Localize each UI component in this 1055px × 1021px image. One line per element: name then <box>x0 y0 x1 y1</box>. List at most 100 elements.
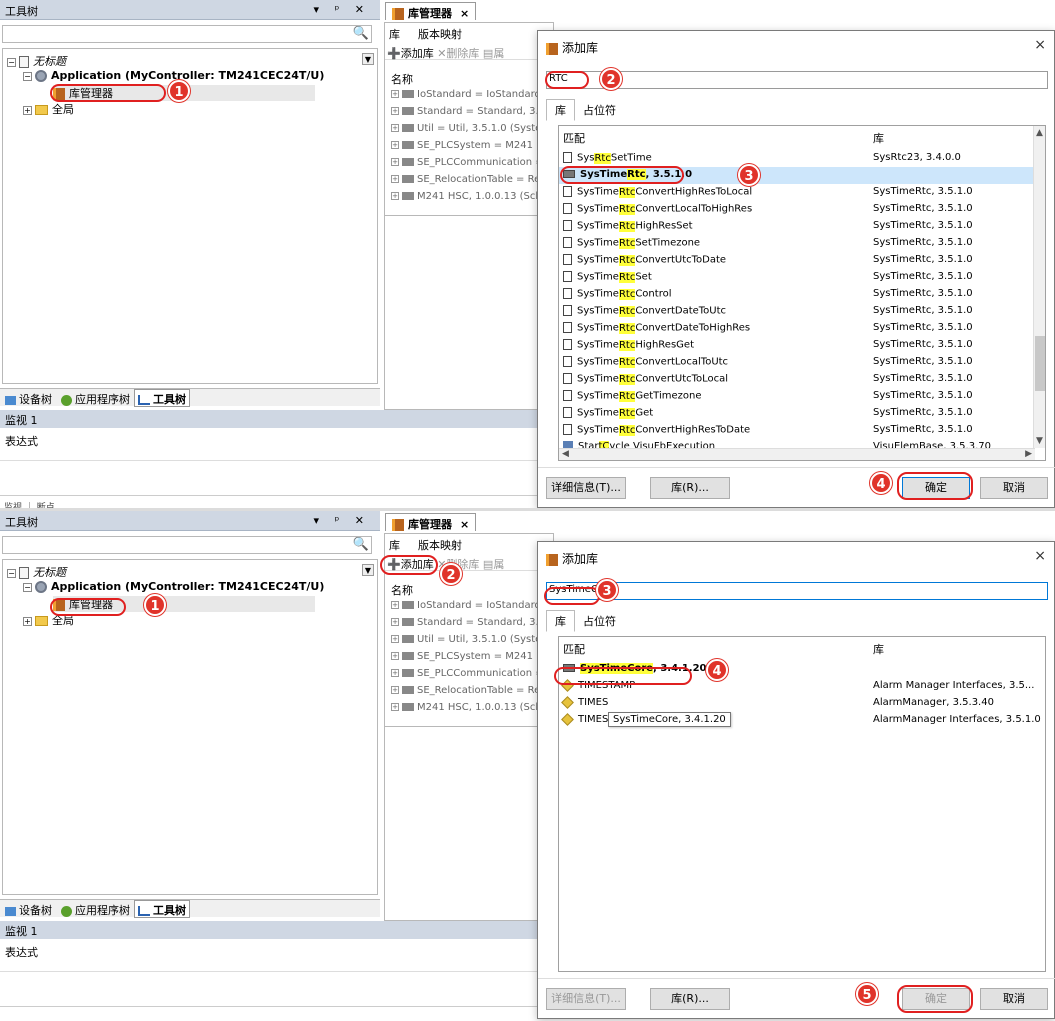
details-button[interactable]: 详细信息(T)... <box>546 988 626 1010</box>
properties-button[interactable]: ▤属 <box>483 558 504 571</box>
chevron-down-icon[interactable]: ▼ <box>362 53 374 65</box>
library-item[interactable]: + SE_PLCSystem = M241 Pl <box>391 651 551 668</box>
cancel-button[interactable]: 取消 <box>980 988 1048 1010</box>
pane-controls[interactable]: ▾ ᵖ ✕ <box>314 3 370 16</box>
collapse-icon[interactable]: − <box>23 71 32 81</box>
tab-library-manager[interactable]: 库管理器 × <box>385 2 477 20</box>
tab-tool-tree[interactable]: 工具树 <box>134 900 190 918</box>
expand-icon[interactable]: + <box>391 192 399 200</box>
collapse-icon[interactable]: − <box>23 582 32 592</box>
expand-icon[interactable]: + <box>391 635 399 643</box>
scroll-thumb[interactable] <box>1035 336 1045 391</box>
add-library-button[interactable]: ➕添加库 <box>387 47 434 60</box>
list-item[interactable]: SysTimeRtcSetTimezone SysTimeRtc, 3.5.1.0 <box>559 235 1035 252</box>
list-item[interactable]: SysTimeRtcConvertLocalToUtc SysTimeRtc, 3… <box>559 354 1035 371</box>
vertical-scrollbar[interactable]: ▲ ▼ <box>1033 126 1045 448</box>
library-name: SysTimeRtc, 3.5.1.0 <box>873 237 973 248</box>
library-item[interactable]: + SE_RelocationTable = Re <box>391 685 551 702</box>
expand-icon[interactable]: + <box>391 175 399 183</box>
tab-device-tree[interactable]: 设备树 <box>2 902 55 918</box>
tree-node-application[interactable]: − Application (MyController: TM241CEC24T/… <box>23 580 324 593</box>
tab-library-manager[interactable]: 库管理器 × <box>385 513 477 531</box>
expand-icon[interactable]: + <box>391 618 399 626</box>
search-icon[interactable]: 🔍 <box>353 537 369 552</box>
library-item[interactable]: + M241 HSC, 1.0.0.13 (Schn <box>391 191 551 208</box>
library-item[interactable]: + Standard = Standard, 3.5 <box>391 106 551 123</box>
list-item[interactable]: SysTimeRtcConvertUtcToLocal SysTimeRtc, 3… <box>559 371 1035 388</box>
tab-library[interactable]: 库 <box>546 610 575 632</box>
library-name: SysTimeRtc, 3.5.1.0 <box>873 339 973 350</box>
library-item[interactable]: + M241 HSC, 1.0.0.13 (Schn <box>391 702 551 719</box>
list-item[interactable]: SysRtcSetTime SysRtc23, 3.4.0.0 <box>559 150 1035 167</box>
list-item[interactable]: SysTimeRtcConvertHighResToDate SysTimeRtc… <box>559 422 1035 439</box>
expand-icon[interactable]: + <box>391 124 399 132</box>
library-item[interactable]: + Util = Util, 3.5.1.0 (Syster <box>391 123 551 140</box>
list-item[interactable]: SysTimeRtcHighResGet SysTimeRtc, 3.5.1.0 <box>559 337 1035 354</box>
library-item[interactable]: + SE_PLCCommunication = <box>391 157 551 174</box>
lm-subtab-lib[interactable]: 库 <box>389 28 400 41</box>
tab-application-tree[interactable]: 应用程序树 <box>58 902 133 918</box>
expand-icon[interactable]: + <box>391 703 399 711</box>
horizontal-scrollbar[interactable]: ◀ ▶ <box>559 448 1035 460</box>
list-item[interactable]: SysTimeRtcControl SysTimeRtc, 3.5.1.0 <box>559 286 1035 303</box>
close-icon[interactable]: × <box>460 518 469 531</box>
tab-device-tree[interactable]: 设备树 <box>2 391 55 407</box>
close-icon[interactable]: × <box>460 7 469 20</box>
expand-icon[interactable]: + <box>391 669 399 677</box>
chevron-down-icon[interactable]: ▼ <box>362 564 374 576</box>
pane-controls[interactable]: ▾ ᵖ ✕ <box>314 514 370 527</box>
list-item[interactable]: TIMES AlarmManager, 3.5.3.40 <box>559 695 1035 712</box>
search-input[interactable]: SysTimeCore <box>546 582 1048 600</box>
tree-node-global[interactable]: + 全局 <box>23 101 74 117</box>
tab-application-tree[interactable]: 应用程序树 <box>58 391 133 407</box>
library-item[interactable]: + SE_RelocationTable = Re <box>391 174 551 191</box>
library-button[interactable]: 库(R)... <box>650 988 730 1010</box>
tab-library[interactable]: 库 <box>546 99 575 121</box>
tree-node-project[interactable]: − 无标题 <box>7 53 66 69</box>
details-button[interactable]: 详细信息(T)... <box>546 477 626 499</box>
lm-subtab-version[interactable]: 版本映射 <box>418 539 462 552</box>
remove-library-button[interactable]: ✕删除库 <box>437 47 479 60</box>
library-item[interactable]: + SE_PLCSystem = M241 Pl <box>391 140 551 157</box>
library-button[interactable]: 库(R)... <box>650 477 730 499</box>
tab-placeholder[interactable]: 占位符 <box>575 611 624 631</box>
expand-icon[interactable]: + <box>391 652 399 660</box>
library-item[interactable]: + Util = Util, 3.5.1.0 (Syster <box>391 634 551 651</box>
collapse-icon[interactable]: − <box>7 568 16 578</box>
expand-icon[interactable]: + <box>391 601 399 609</box>
expand-icon[interactable]: + <box>391 158 399 166</box>
struct-icon <box>561 695 574 709</box>
library-item[interactable]: + SE_PLCCommunication = <box>391 668 551 685</box>
expand-icon[interactable]: + <box>23 616 32 626</box>
tree-node-project[interactable]: − 无标题 <box>7 564 66 580</box>
list-item[interactable]: SysTimeRtcConvertDateToHighRes SysTimeRtc… <box>559 320 1035 337</box>
cancel-button[interactable]: 取消 <box>980 477 1048 499</box>
expand-icon[interactable]: + <box>391 107 399 115</box>
properties-button[interactable]: ▤属 <box>483 47 504 60</box>
expand-icon[interactable]: + <box>391 141 399 149</box>
list-item[interactable]: SysTimeRtcGet SysTimeRtc, 3.5.1.0 <box>559 405 1035 422</box>
collapse-icon[interactable]: − <box>7 57 16 67</box>
expand-icon[interactable]: + <box>391 686 399 694</box>
list-item[interactable]: SysTimeRtcConvertDateToUtc SysTimeRtc, 3.… <box>559 303 1035 320</box>
list-item[interactable]: SysTimeRtcConvertLocalToHighRes SysTimeRt… <box>559 201 1035 218</box>
lm-subtab-version[interactable]: 版本映射 <box>418 28 462 41</box>
list-item[interactable]: SysTimeRtcConvertUtcToDate SysTimeRtc, 3.… <box>559 252 1035 269</box>
library-item[interactable]: + IoStandard = IoStandard <box>391 600 551 617</box>
list-item[interactable]: SysTimeRtcHighResSet SysTimeRtc, 3.5.1.0 <box>559 218 1035 235</box>
expand-icon[interactable]: + <box>23 105 32 115</box>
tab-placeholder[interactable]: 占位符 <box>575 100 624 120</box>
tab-tool-tree[interactable]: 工具树 <box>134 389 190 407</box>
tool-tree-search-input[interactable]: 🔍 <box>2 536 372 554</box>
expand-icon[interactable]: + <box>391 90 399 98</box>
close-icon[interactable]: × <box>1034 548 1046 564</box>
library-item[interactable]: + Standard = Standard, 3.5 <box>391 617 551 634</box>
list-item[interactable]: SysTimeRtcGetTimezone SysTimeRtc, 3.5.1.0 <box>559 388 1035 405</box>
library-item[interactable]: + IoStandard = IoStandard <box>391 89 551 106</box>
close-icon[interactable]: × <box>1034 37 1046 53</box>
lm-subtab-lib[interactable]: 库 <box>389 539 400 552</box>
tool-tree-search-input[interactable]: 🔍 <box>2 25 372 43</box>
list-item[interactable]: SysTimeRtcConvertHighResToLocal SysTimeRt… <box>559 184 1035 201</box>
list-item[interactable]: SysTimeRtcSet SysTimeRtc, 3.5.1.0 <box>559 269 1035 286</box>
search-icon[interactable]: 🔍 <box>353 26 369 41</box>
